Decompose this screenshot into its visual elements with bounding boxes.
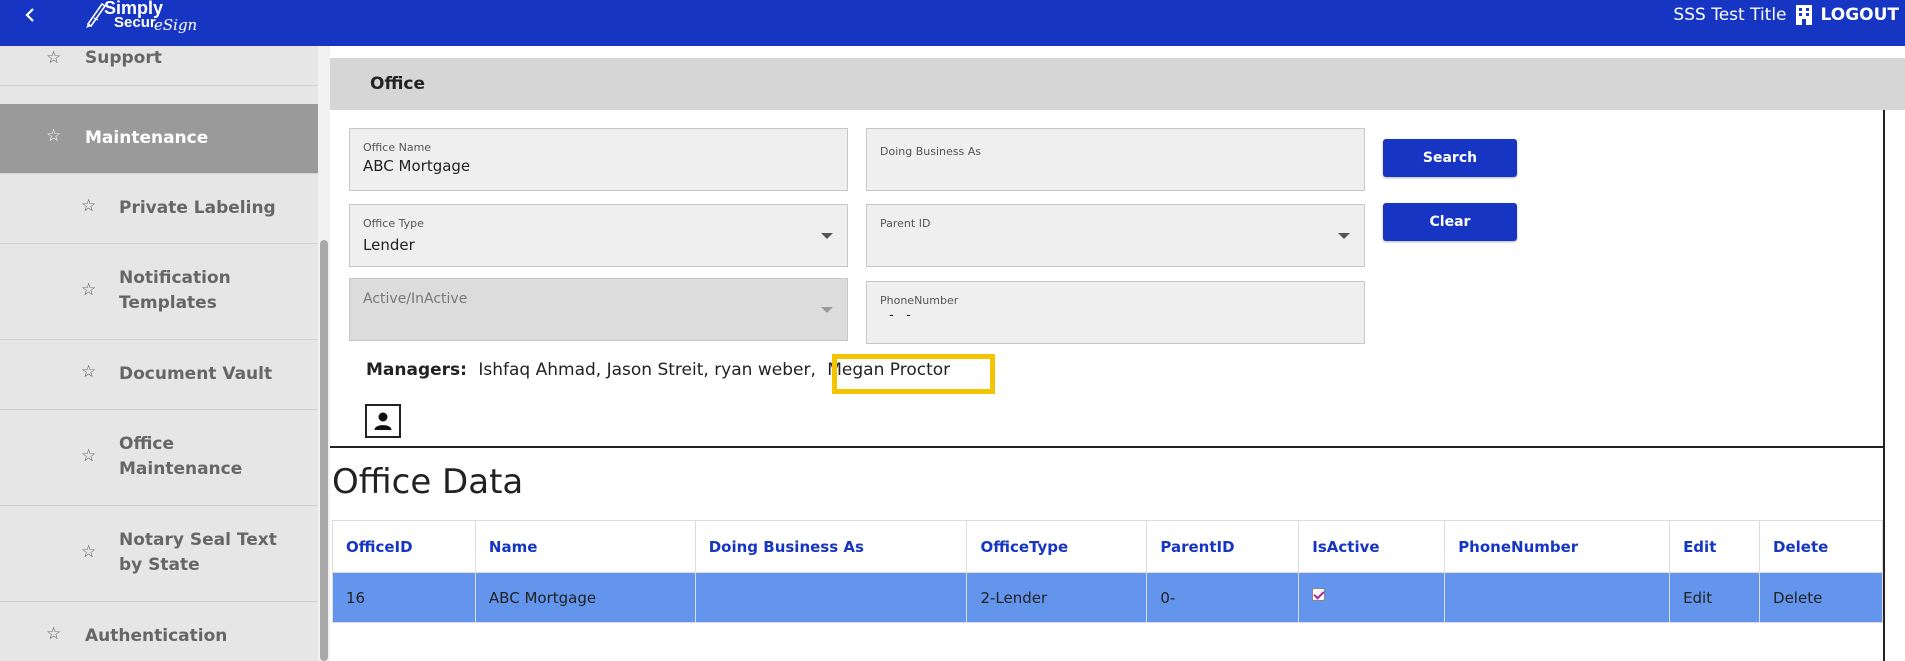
delete-link[interactable]: Delete <box>1759 572 1883 623</box>
table-row[interactable]: 16 ABC Mortgage 2-Lender 0- Edit Delete <box>332 572 1883 623</box>
sidebar-item-label: Private Labeling <box>119 198 276 218</box>
chevron-down-icon <box>821 307 833 313</box>
column-header-edit[interactable]: Edit <box>1669 520 1761 573</box>
star-outline-icon: ☆ <box>81 362 97 382</box>
office-data-table: OfficeID Name Doing Business As OfficeTy… <box>332 520 1883 623</box>
column-header-delete[interactable]: Delete <box>1759 520 1883 573</box>
top-bar: Simply Secur eSign SSS Test Title LOGOUT <box>0 0 1905 46</box>
active-inactive-label: Active/InActive <box>363 291 468 307</box>
cell-office-type: 2-Lender <box>966 572 1148 623</box>
star-outline-icon: ☆ <box>46 48 62 68</box>
sidebar-item-support[interactable]: ☆ Support <box>0 46 318 86</box>
sidebar-item-maintenance[interactable]: ☆ Maintenance <box>0 104 318 174</box>
highlight-box <box>832 354 995 394</box>
cell-phone-number <box>1444 572 1671 623</box>
logout-button[interactable]: LOGOUT <box>1821 5 1899 25</box>
person-icon <box>374 412 392 430</box>
edit-link[interactable]: Edit <box>1669 572 1761 623</box>
section-divider <box>330 446 1883 448</box>
cell-office-id: 16 <box>332 572 476 623</box>
sidebar-item-label-line1: Office <box>119 434 175 454</box>
parent-id-label: Parent ID <box>880 217 931 230</box>
doing-business-as-field[interactable]: Doing Business As <box>866 128 1365 191</box>
search-button[interactable]: Search <box>1383 139 1517 177</box>
user-title: SSS Test Title <box>1673 5 1787 25</box>
star-outline-icon: ☆ <box>46 624 62 644</box>
sidebar-item-label-line2: Maintenance <box>119 459 243 479</box>
phone-number-field[interactable]: PhoneNumber - - <box>866 281 1365 344</box>
active-inactive-select[interactable]: Active/InActive <box>349 278 848 341</box>
doing-business-as-label: Doing Business As <box>880 145 981 158</box>
office-data-title: Office Data <box>332 462 524 502</box>
office-name-field[interactable]: Office Name ABC Mortgage <box>349 128 848 191</box>
sidebar-scrollbar-thumb[interactable] <box>320 240 328 661</box>
sidebar: ☆ Support ☆ Maintenance ☆ Private Labeli… <box>0 46 318 661</box>
office-type-label: Office Type <box>363 217 424 230</box>
parent-id-select[interactable]: Parent ID <box>866 204 1365 267</box>
sidebar-item-label: Authentication <box>85 626 228 646</box>
sidebar-item-label: Document Vault <box>119 364 273 384</box>
phone-number-value: - - <box>889 308 911 323</box>
office-type-select[interactable]: Office Type Lender <box>349 204 848 267</box>
star-outline-icon: ☆ <box>46 126 62 146</box>
office-name-label: Office Name <box>363 141 432 154</box>
top-right-group: SSS Test Title LOGOUT <box>1673 0 1899 30</box>
table-header-row: OfficeID Name Doing Business As OfficeTy… <box>332 520 1883 573</box>
star-outline-icon: ☆ <box>81 542 97 562</box>
add-manager-button[interactable] <box>365 404 401 438</box>
managers-names: Ishfaq Ahmad, Jason Streit, ryan weber, <box>478 360 816 380</box>
is-active-checkbox[interactable] <box>1312 587 1326 601</box>
sidebar-item-label-line1: Notary Seal Text <box>119 530 277 550</box>
column-header-doing-business-as[interactable]: Doing Business As <box>694 520 968 573</box>
cell-name: ABC Mortgage <box>474 572 696 623</box>
office-type-value: Lender <box>363 236 415 254</box>
sidebar-item-label-line1: Notification <box>119 268 231 288</box>
cell-parent-id: 0- <box>1146 572 1300 623</box>
chevron-left-icon[interactable] <box>18 0 42 30</box>
managers-label: Managers: <box>366 360 467 380</box>
sidebar-item-label: Maintenance <box>85 128 209 148</box>
sidebar-item-private-labeling[interactable]: ☆ Private Labeling <box>0 174 318 244</box>
column-header-name[interactable]: Name <box>474 520 696 573</box>
column-header-parentid[interactable]: ParentID <box>1146 520 1300 573</box>
sidebar-item-label-line2: Templates <box>119 293 217 313</box>
page-header: Office <box>330 58 1905 110</box>
column-header-officeid[interactable]: OfficeID <box>332 520 476 573</box>
column-header-officetype[interactable]: OfficeType <box>966 520 1148 573</box>
app-logo[interactable]: Simply Secur eSign <box>80 0 197 40</box>
cell-doing-business-as <box>694 572 968 623</box>
sidebar-item-label: Support <box>85 48 162 68</box>
sidebar-item-document-vault[interactable]: ☆ Document Vault <box>0 340 318 410</box>
chevron-down-icon[interactable] <box>1338 233 1350 239</box>
main-content: Office Office Name ABC Mortgage Doing Bu… <box>330 46 1905 661</box>
star-outline-icon: ☆ <box>81 280 97 300</box>
sidebar-item-notification-templates[interactable]: ☆ Notification Templates <box>0 244 318 340</box>
star-outline-icon: ☆ <box>81 446 97 466</box>
content-right-border <box>1883 110 1885 661</box>
building-icon[interactable] <box>1795 4 1813 26</box>
logo-text-esign: eSign <box>154 16 198 34</box>
column-header-phonenumber[interactable]: PhoneNumber <box>1444 520 1671 573</box>
sidebar-item-notary-seal-text[interactable]: ☆ Notary Seal Text by State <box>0 506 318 602</box>
clear-button[interactable]: Clear <box>1383 203 1517 241</box>
page-title: Office <box>370 74 426 94</box>
star-outline-icon: ☆ <box>81 196 97 216</box>
phone-number-label: PhoneNumber <box>880 294 959 307</box>
sidebar-item-office-maintenance[interactable]: ☆ Office Maintenance <box>0 410 318 506</box>
column-header-isactive[interactable]: IsActive <box>1298 520 1446 573</box>
logo-text-secur: Secur <box>114 14 156 31</box>
cell-is-active <box>1298 572 1446 623</box>
office-name-value: ABC Mortgage <box>363 157 471 175</box>
sidebar-item-authentication[interactable]: ☆ Authentication <box>0 602 318 661</box>
sidebar-item-label-line2: by State <box>119 555 200 575</box>
chevron-down-icon[interactable] <box>821 233 833 239</box>
